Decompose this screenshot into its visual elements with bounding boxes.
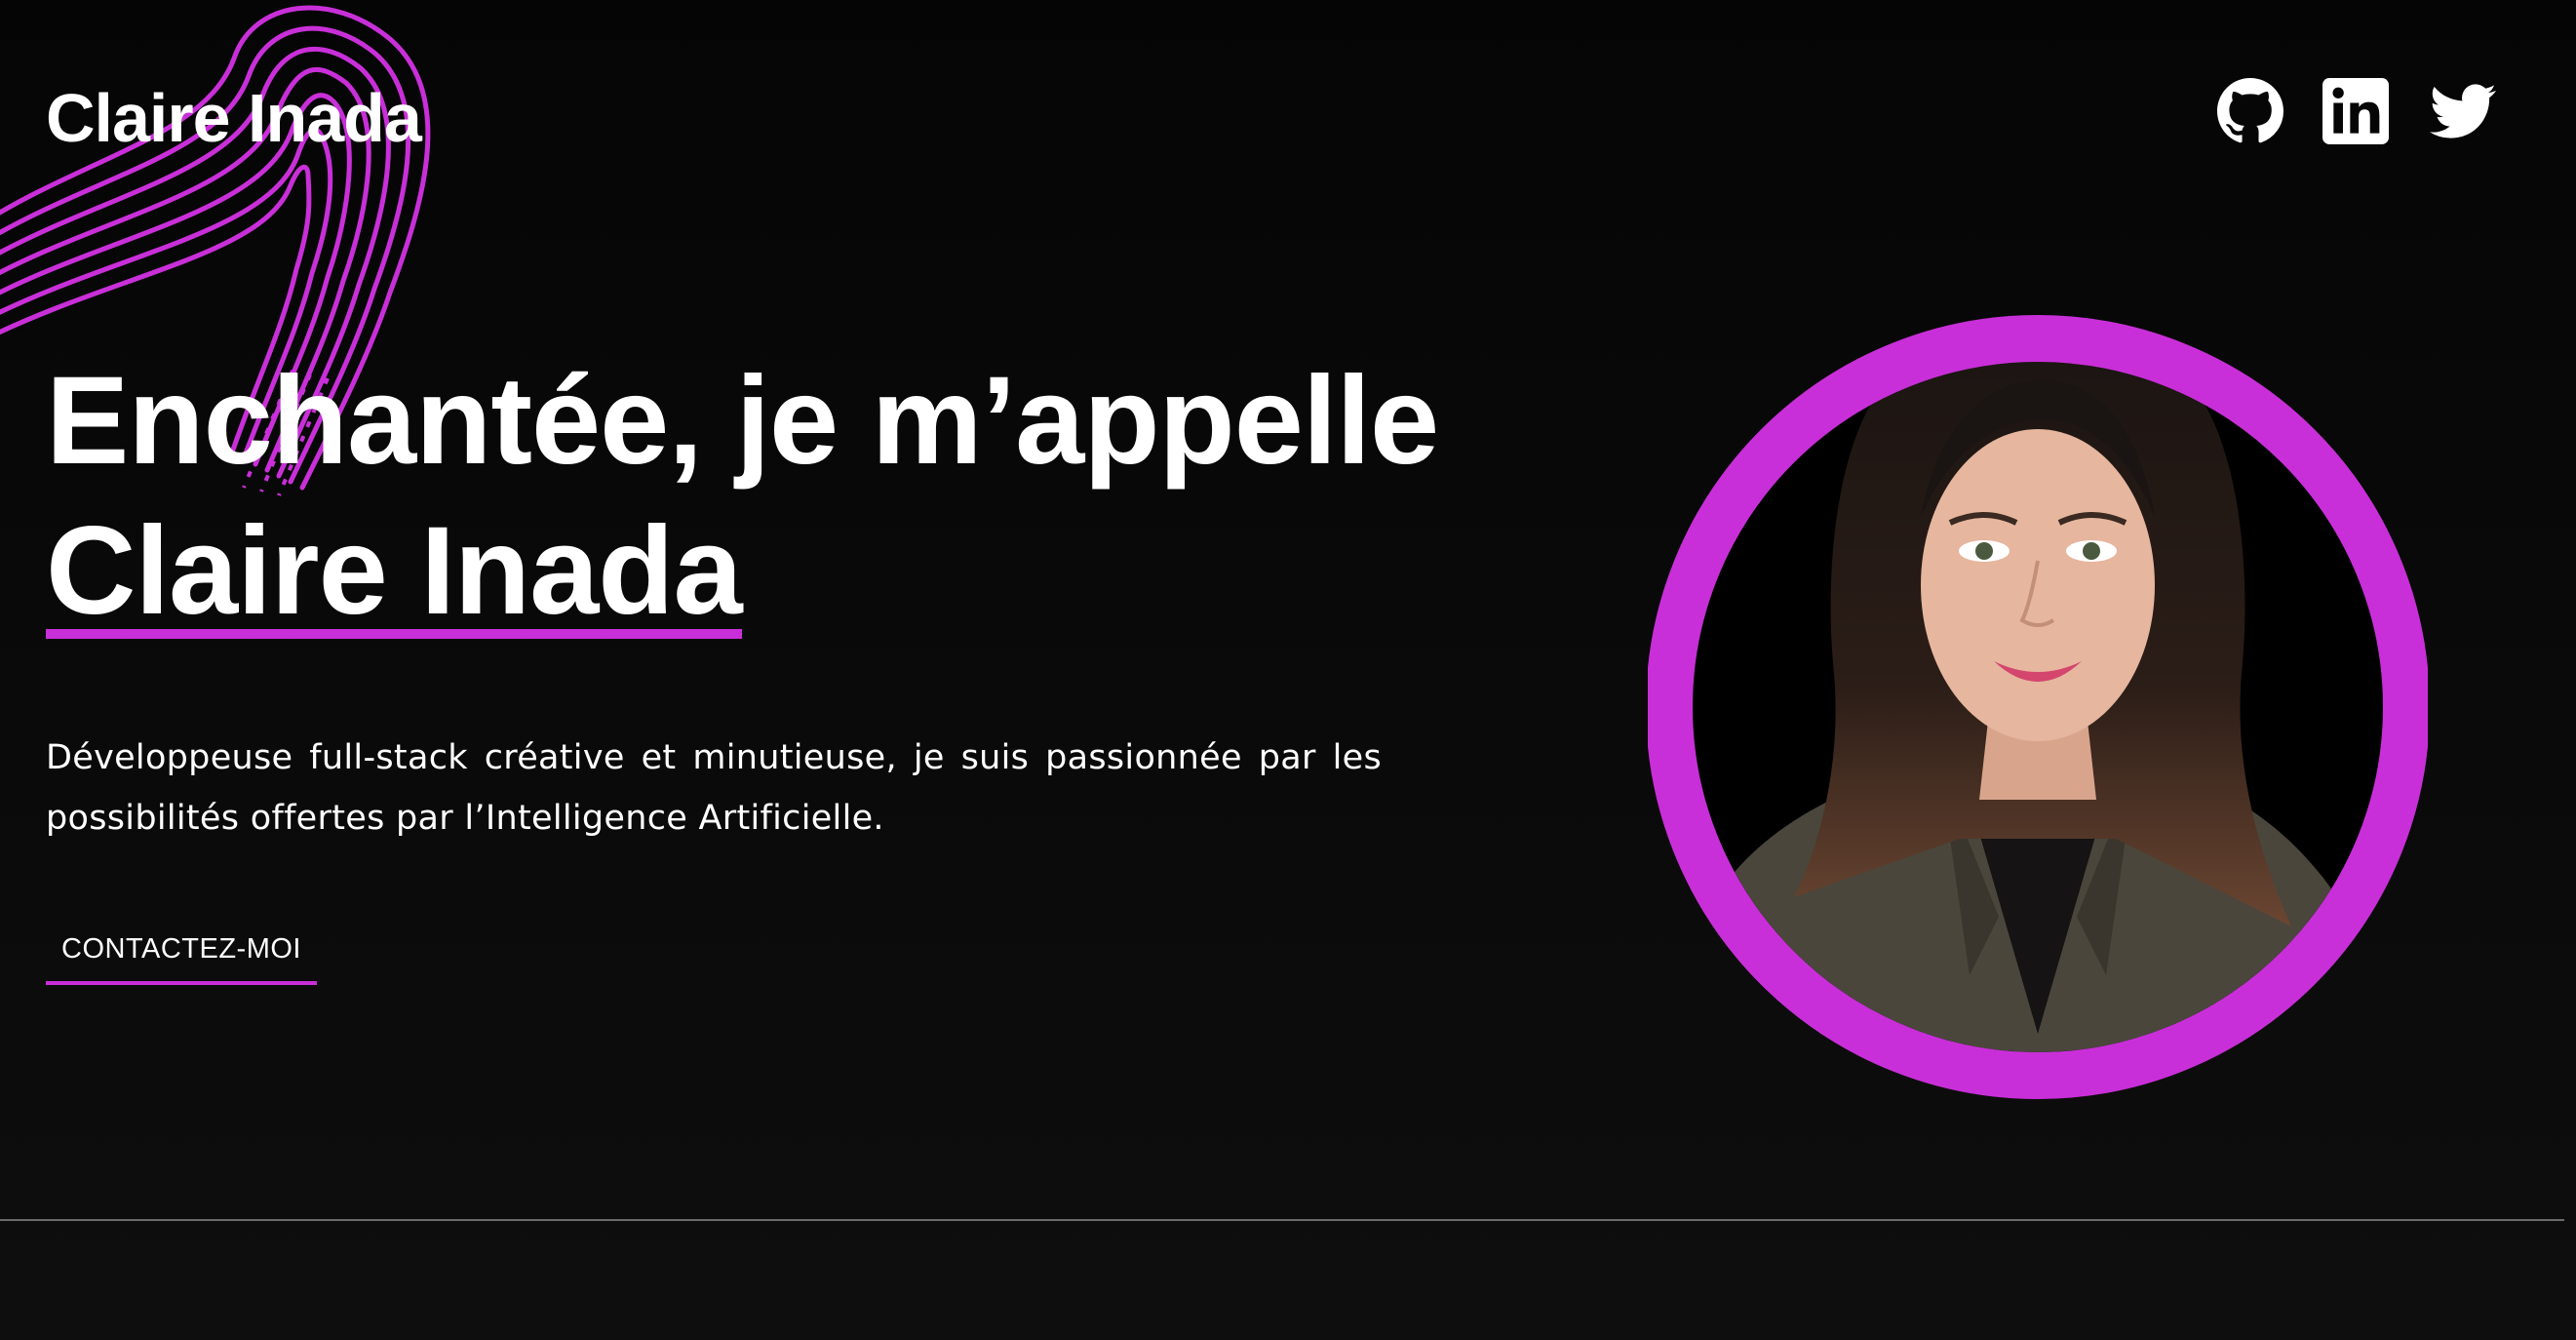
brand-name[interactable]: Claire Inada (46, 84, 422, 152)
hero-title: Enchantée, je m’appelle Claire Inada (46, 346, 1439, 647)
twitter-icon (2430, 84, 2496, 138)
profile-photo (1648, 315, 2428, 1099)
social-links (2217, 78, 2498, 144)
hero-title-name: Claire Inada (46, 501, 743, 641)
github-icon (2217, 78, 2283, 143)
github-link[interactable] (2217, 78, 2283, 144)
contact-button[interactable]: CONTACTEZ-MOI (46, 917, 317, 985)
intro-text: Développeuse full-stack créative et minu… (46, 738, 1382, 838)
linkedin-link[interactable] (2322, 78, 2389, 144)
linkedin-icon (2322, 78, 2389, 144)
section-divider (0, 1219, 2564, 1221)
hero-title-greeting: Enchantée, je m’appelle (46, 351, 1439, 491)
twitter-link[interactable] (2428, 78, 2498, 144)
